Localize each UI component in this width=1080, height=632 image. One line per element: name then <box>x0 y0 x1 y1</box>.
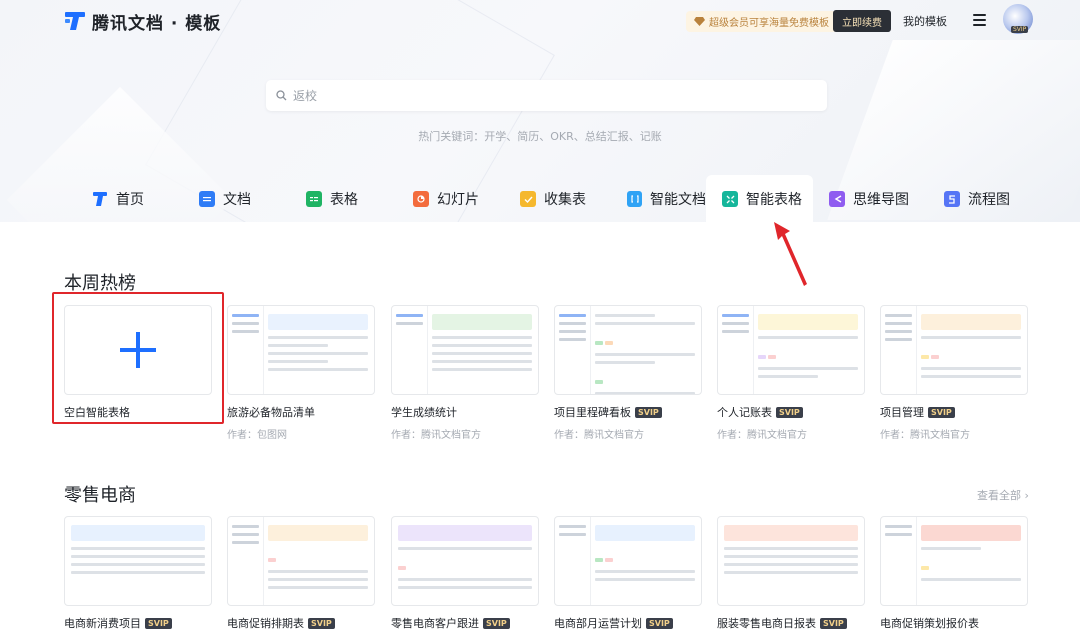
card-title: 电商新消费项目 <box>64 617 141 630</box>
svip-badge: SVIP <box>646 617 673 629</box>
logo[interactable]: 腾讯文档 · 模板 <box>64 8 221 34</box>
search-icon <box>276 90 287 101</box>
promo-text: 超级会员可享海量免费模板 <box>709 18 829 29</box>
card-title: 服装零售电商日报表 <box>717 617 816 630</box>
tab-label: 智能表格 <box>746 192 802 208</box>
avatar-svip-badge: SVIP <box>1011 26 1029 33</box>
tab-mindmap[interactable]: 思维导图 <box>813 175 928 223</box>
tab-label: 表格 <box>330 192 358 208</box>
card-title: 电商部月运营计划 <box>554 617 642 630</box>
tab-sheet[interactable]: 表格 <box>278 175 385 223</box>
tab-label: 流程图 <box>968 192 1010 208</box>
tab-label: 幻灯片 <box>437 192 479 208</box>
template-thumbnail[interactable] <box>717 305 865 395</box>
template-thumbnail[interactable] <box>227 516 375 606</box>
template-card[interactable]: 电商促销策划报价表 <box>880 516 1028 631</box>
template-card[interactable]: 电商促销排期表 SVIP <box>227 516 375 631</box>
section-title-retail: 零售电商 <box>64 485 136 506</box>
template-card[interactable]: 学生成绩统计 作者：腾讯文档官方 <box>391 305 539 441</box>
template-thumbnail[interactable] <box>64 516 212 606</box>
smart-doc-icon <box>627 191 642 207</box>
template-thumbnail[interactable] <box>554 305 702 395</box>
card-title: 项目管理 <box>880 406 924 419</box>
template-card[interactable]: 旅游必备物品清单 作者：包图网 <box>227 305 375 441</box>
slides-icon <box>413 191 429 207</box>
renew-button[interactable]: 立即续费 <box>833 10 891 32</box>
tab-label: 智能文档 <box>650 192 706 208</box>
tab-label: 文档 <box>223 192 251 208</box>
search-input[interactable] <box>293 88 793 103</box>
tab-form[interactable]: 收集表 <box>492 175 599 223</box>
template-thumbnail[interactable] <box>391 516 539 606</box>
sheet-icon <box>306 191 322 207</box>
smart-sheet-icon <box>722 191 738 207</box>
tencent-docs-icon <box>93 192 107 206</box>
template-thumbnail[interactable] <box>880 516 1028 606</box>
card-title: 项目里程碑看板 <box>554 406 631 419</box>
card-title: 电商促销策划报价表 <box>880 617 979 630</box>
card-author: 作者：包图网 <box>227 430 287 441</box>
template-card[interactable]: 零售电商客户跟进 SVIP <box>391 516 539 631</box>
tab-flowchart[interactable]: 流程图 <box>928 175 1033 223</box>
card-author: 作者：腾讯文档官方 <box>391 430 481 441</box>
template-card[interactable]: 电商部月运营计划 SVIP <box>554 516 702 631</box>
tab-doc[interactable]: 文档 <box>171 175 278 223</box>
card-author: 作者：腾讯文档官方 <box>717 430 807 441</box>
hot-keywords: 热门关键词：开学、简历、OKR、总结汇报、记账 <box>418 130 662 143</box>
template-thumbnail[interactable] <box>717 516 865 606</box>
card-title: 学生成绩统计 <box>391 406 457 419</box>
tab-smart-sheet[interactable]: 智能表格 <box>706 175 813 223</box>
card-title: 零售电商客户跟进 <box>391 617 479 630</box>
diamond-icon <box>694 17 705 26</box>
tab-slides[interactable]: 幻灯片 <box>385 175 492 223</box>
tab-home[interactable]: 首页 <box>64 175 171 223</box>
template-card[interactable]: 个人记账表 SVIP 作者：腾讯文档官方 <box>717 305 865 441</box>
see-all-link[interactable]: 查看全部 › <box>977 487 1029 503</box>
svip-badge: SVIP <box>145 617 172 629</box>
hamburger-menu-icon[interactable] <box>973 14 986 26</box>
svip-badge: SVIP <box>483 617 510 629</box>
tab-label: 思维导图 <box>853 192 909 208</box>
card-title: 旅游必备物品清单 <box>227 406 315 419</box>
template-thumbnail[interactable] <box>227 305 375 395</box>
svip-promo-banner[interactable]: 超级会员可享海量免费模板 <box>686 11 837 32</box>
tencent-docs-logo-icon <box>65 12 85 30</box>
doc-icon <box>199 191 215 207</box>
category-tabs: 首页 文档 表格 幻灯片 收集表 智能文档 智能表格 思维导图 流程图 <box>64 175 1033 223</box>
svip-badge: SVIP <box>635 406 662 418</box>
mindmap-icon <box>829 191 845 207</box>
svip-badge: SVIP <box>776 406 803 418</box>
template-card[interactable]: 服装零售电商日报表 SVIP <box>717 516 865 631</box>
logo-text: 腾讯文档 · 模板 <box>92 13 222 34</box>
tab-smart-doc[interactable]: 智能文档 <box>599 175 706 223</box>
form-icon <box>520 191 536 207</box>
tab-label: 首页 <box>116 192 144 208</box>
card-author: 作者：腾讯文档官方 <box>880 430 970 441</box>
card-title: 电商促销排期表 <box>227 617 304 630</box>
svip-badge: SVIP <box>928 406 955 418</box>
annotation-arrow <box>774 222 807 286</box>
template-card[interactable]: 项目里程碑看板 SVIP 作者：腾讯文档官方 <box>554 305 702 441</box>
my-templates-link[interactable]: 我的模板 <box>903 13 947 29</box>
template-thumbnail[interactable] <box>391 305 539 395</box>
template-thumbnail[interactable] <box>880 305 1028 395</box>
flowchart-icon <box>944 191 960 207</box>
template-card[interactable]: 电商新消费项目 SVIP <box>64 516 212 631</box>
template-card[interactable]: 项目管理 SVIP 作者：腾讯文档官方 <box>880 305 1028 441</box>
template-thumbnail[interactable] <box>554 516 702 606</box>
svip-badge: SVIP <box>308 617 335 629</box>
tab-label: 收集表 <box>544 192 586 208</box>
svip-badge: SVIP <box>820 617 847 629</box>
card-author: 作者：腾讯文档官方 <box>554 430 644 441</box>
card-title: 个人记账表 <box>717 406 772 419</box>
highlight-box <box>52 292 224 424</box>
avatar[interactable]: SVIP <box>1003 4 1033 34</box>
search-box[interactable] <box>266 80 827 111</box>
